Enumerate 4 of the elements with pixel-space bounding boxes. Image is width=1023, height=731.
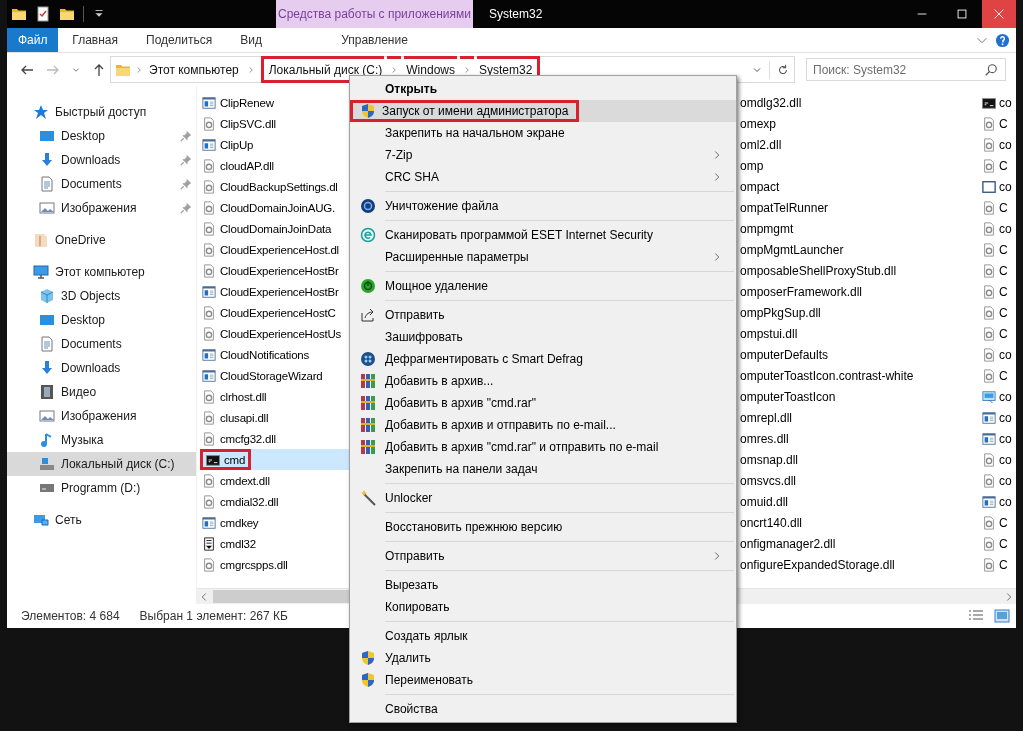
- status-text: Элементов: 4 684: [21, 609, 120, 623]
- context-tab-label: Средства работы с приложениями: [276, 0, 473, 28]
- status-text: Выбран 1 элемент: 267 КБ: [139, 609, 288, 623]
- window-title: System32: [489, 6, 543, 23]
